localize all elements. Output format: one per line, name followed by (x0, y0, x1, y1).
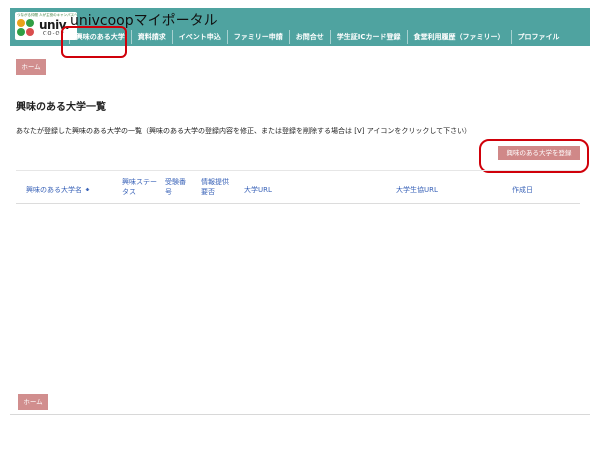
page-description: あなたが登録した興味のある大学の一覧（興味のある大学の登録内容を修正、または登録… (16, 127, 472, 135)
col-created-date[interactable]: 作成日 (512, 185, 533, 195)
nav-document-request[interactable]: 資料請求 (130, 30, 172, 44)
nav-contact[interactable]: お問合せ (288, 30, 330, 44)
nav-event-application[interactable]: イベント申込 (171, 30, 227, 44)
breadcrumb-home-bottom[interactable]: ホーム (18, 394, 48, 410)
universities-table-header: 興味のある大学名 🠹 興味ステー タス 受験番号 情報提供 要否 大学URL 大学生協… (16, 170, 580, 204)
col-exam-number[interactable]: 受験番号 (165, 177, 193, 197)
nav-cafeteria-history[interactable]: 食堂利用履歴（ファミリー） (406, 30, 511, 44)
nav-student-card-registration[interactable]: 学生証ICカード登録 (329, 30, 407, 44)
col-university-name[interactable]: 興味のある大学名 🠹 (26, 185, 90, 195)
breadcrumb-home-top[interactable]: ホーム (16, 59, 46, 75)
footer-divider (10, 414, 590, 415)
col-university-url[interactable]: 大学URL (244, 185, 272, 195)
logo-mark-icon (17, 19, 37, 39)
col-info-provision[interactable]: 情報提供 要否 (201, 177, 235, 197)
nav-profile[interactable]: プロファイル (510, 30, 566, 44)
nav-highlight-annotation (61, 26, 127, 58)
col-coop-url[interactable]: 大学生協URL (396, 185, 438, 195)
arrow-up-icon[interactable]: 🠹 (85, 185, 90, 195)
col-interest-status[interactable]: 興味ステー タス (122, 177, 160, 197)
button-highlight-annotation (479, 139, 589, 173)
nav-family-application[interactable]: ファミリー申請 (226, 30, 289, 44)
page-title: 興味のある大学一覧 (16, 102, 106, 113)
